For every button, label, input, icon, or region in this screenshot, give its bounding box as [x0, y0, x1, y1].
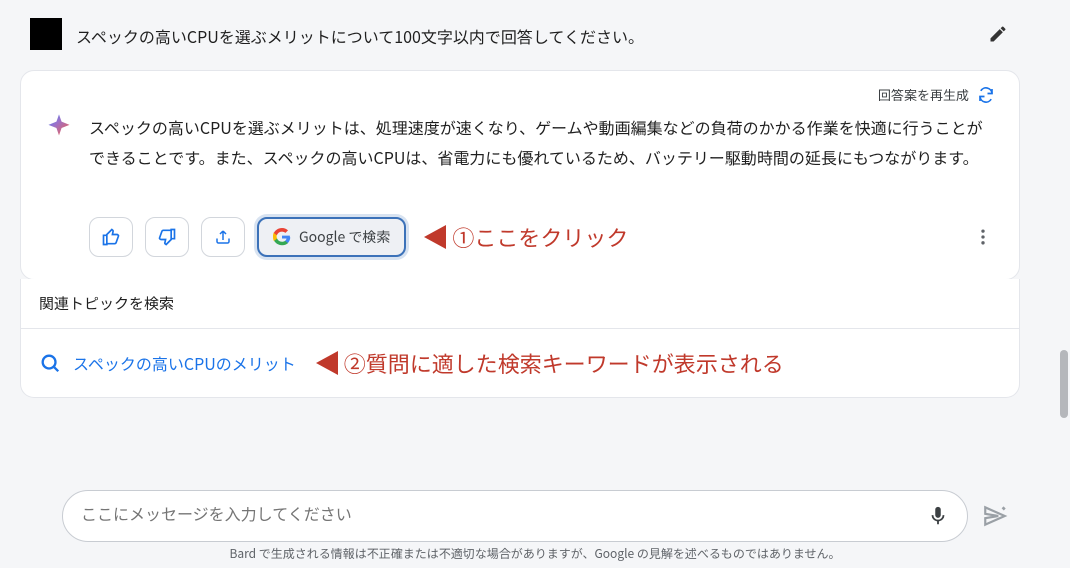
related-topics-card: 関連トピックを検索 スペックの高いCPUのメリット ②質問に適した検索キーワード… — [20, 279, 1020, 398]
user-avatar — [30, 18, 62, 50]
regenerate-button[interactable]: 回答案を再生成 — [45, 85, 995, 104]
more-options-button[interactable] — [971, 225, 995, 249]
triangle-left-icon — [424, 225, 446, 249]
prompt-text: スペックの高いCPUを選ぶメリットについて100文字以内で回答してください。 — [76, 18, 972, 50]
response-card: 回答案を再生成 スペックの高いCPUを選ぶメリットは、処理速度が速くなり、ゲーム… — [20, 70, 1020, 280]
google-button-label: Google で検索 — [299, 227, 390, 247]
thumb-down-icon — [157, 227, 177, 247]
annotation-two: ②質問に適した検索キーワードが表示される — [316, 347, 784, 379]
search-icon — [39, 352, 61, 374]
message-input-container — [62, 490, 968, 542]
annotation-one-text: ①ここをクリック — [452, 221, 628, 253]
microphone-icon[interactable] — [927, 505, 949, 527]
send-icon[interactable] — [982, 503, 1008, 529]
thumb-down-button[interactable] — [145, 217, 189, 257]
more-vertical-icon — [973, 227, 993, 247]
annotation-two-text: ②質問に適した検索キーワードが表示される — [344, 347, 784, 379]
related-item: スペックの高いCPUのメリット ②質問に適した検索キーワードが表示される — [21, 329, 1019, 397]
annotation-one: ①ここをクリック — [424, 221, 628, 253]
share-icon — [214, 228, 232, 246]
message-input[interactable] — [81, 507, 927, 525]
google-logo-icon — [273, 228, 291, 246]
triangle-left-icon — [316, 351, 338, 375]
related-header: 関連トピックを検索 — [21, 279, 1019, 329]
regenerate-label: 回答案を再生成 — [878, 85, 969, 104]
prompt-row: スペックの高いCPUを選ぶメリットについて100文字以内で回答してください。 — [20, 0, 1020, 70]
google-search-button[interactable]: Google で検索 — [257, 217, 406, 257]
related-link[interactable]: スペックの高いCPUのメリット — [73, 351, 296, 375]
spark-icon — [45, 112, 73, 140]
edit-icon[interactable] — [986, 22, 1010, 46]
scrollbar-thumb[interactable] — [1060, 350, 1068, 418]
thumb-up-icon — [101, 227, 121, 247]
response-text: スペックの高いCPUを選ぶメリットは、処理速度が速くなり、ゲームや動画編集などの… — [89, 112, 995, 173]
share-button[interactable] — [201, 217, 245, 257]
thumb-up-button[interactable] — [89, 217, 133, 257]
disclaimer-text: Bard で生成される情報は不正確または不適切な場合がありますが、Google … — [0, 545, 1070, 562]
refresh-icon — [977, 86, 995, 104]
